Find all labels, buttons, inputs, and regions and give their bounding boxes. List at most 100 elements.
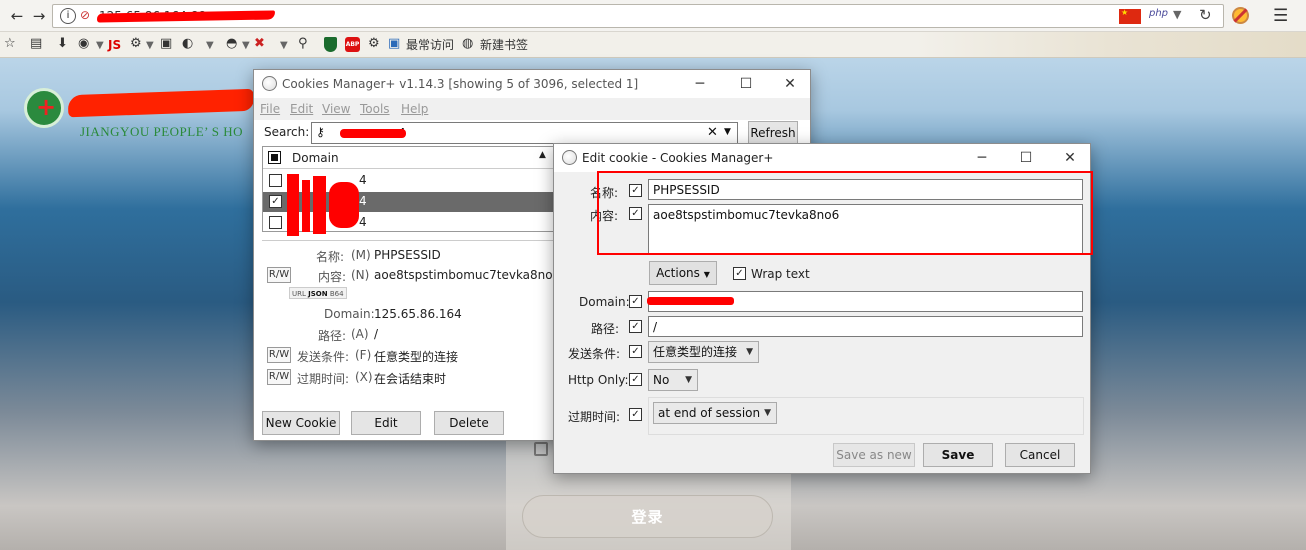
star-icon[interactable]: ☆ — [4, 36, 16, 52]
search-icon[interactable]: ⚲ — [298, 36, 308, 52]
expire-checkbox[interactable] — [629, 408, 642, 421]
actions-button[interactable]: Actions ▼ — [649, 261, 717, 285]
column-domain[interactable]: Domain — [292, 151, 339, 165]
domain-label: Domain: — [579, 295, 630, 309]
image-icon[interactable]: ▣ — [160, 36, 172, 52]
back-icon[interactable]: ← — [8, 7, 26, 25]
actions-label: Actions — [656, 266, 700, 280]
china-flag-icon — [1119, 8, 1141, 24]
filter-icon[interactable]: ⚷ — [316, 125, 325, 139]
menu-tools[interactable]: Tools — [360, 102, 390, 116]
list-header[interactable]: Domain ▲ — [263, 147, 555, 169]
image-blocked-icon[interactable]: ⊘ — [80, 8, 90, 22]
clear-icon[interactable]: ✕ — [707, 125, 718, 140]
save-as-new-button[interactable]: Save as new — [833, 443, 915, 467]
detail-path-key: (A) — [351, 327, 369, 341]
bookmark-new[interactable]: 新建书签 — [480, 37, 528, 53]
menu-help[interactable]: Help — [401, 102, 428, 116]
wrap-text-label[interactable]: Wrap text — [751, 267, 810, 281]
detail-content-label: 内容: — [318, 270, 347, 284]
detail-expire-value: 在会话结束时 — [374, 372, 447, 386]
chevron-down-icon[interactable]: ▼ — [280, 38, 288, 54]
bookmark-frequent[interactable]: 最常访问 — [406, 37, 454, 53]
domain-checkbox[interactable] — [629, 295, 642, 308]
hat-icon[interactable]: ◓ — [226, 36, 237, 52]
send-condition-checkbox[interactable] — [629, 345, 642, 358]
js-toggle[interactable]: JS — [108, 37, 121, 53]
sort-up-icon[interactable]: ▲ — [539, 150, 546, 160]
gear-icon[interactable]: ⚙ — [368, 36, 380, 52]
select-all-checkbox[interactable] — [268, 151, 281, 164]
info-icon[interactable]: i — [60, 8, 76, 24]
search-input[interactable]: ⚷ 4 ✕ ▼ — [311, 122, 738, 144]
menu-edit[interactable]: Edit — [290, 102, 313, 116]
url-redaction — [96, 10, 276, 23]
browser-navbar: ← → i ⊘ 125.65.86.164:88 php ▼ ↻ ☰ — [0, 0, 1306, 32]
bookmarks-toolbar: ☆ ▤ ⬇ ◉ ▼ JS ⚙ ▼ ▣ ◐ ▼ ◓ ▼ ✖ ▼ ⚲ ⚙ ▣ 最常访… — [0, 32, 1306, 58]
detail-send-value: 任意类型的连接 — [374, 350, 459, 364]
refresh-button[interactable]: Refresh — [748, 121, 798, 145]
url-bar[interactable]: i ⊘ 125.65.86.164:88 php ▼ ↻ — [52, 4, 1224, 28]
httponly-checkbox[interactable] — [629, 373, 642, 386]
chevron-down-icon[interactable]: ▼ — [242, 38, 250, 54]
blocker-icon[interactable] — [1232, 7, 1249, 24]
login-button[interactable]: 登录 — [522, 495, 773, 538]
library-icon[interactable]: ▤ — [30, 36, 42, 52]
format-toggle[interactable]: URL JSON B64 — [289, 287, 347, 299]
detail-path-label: 路径: — [318, 329, 347, 343]
addon-icon[interactable]: ◉ — [78, 36, 89, 52]
delete-button[interactable]: Delete — [434, 411, 504, 435]
cookie-icon — [562, 150, 577, 165]
path-label: 路径: — [591, 322, 620, 336]
wrap-text-checkbox[interactable] — [733, 267, 746, 280]
minimize-icon[interactable]: ─ — [972, 148, 992, 168]
list-redaction — [302, 180, 310, 232]
chevron-down-icon[interactable]: ▼ — [146, 38, 154, 54]
settings-icon[interactable]: ⚙ — [130, 36, 142, 52]
minimize-icon[interactable]: ─ — [690, 74, 710, 94]
cancel-button[interactable]: Cancel — [1005, 443, 1075, 467]
maximize-icon[interactable]: ☐ — [736, 74, 756, 94]
search-engine-label[interactable]: php — [1149, 8, 1168, 19]
list-redaction — [287, 174, 299, 236]
row-checkbox[interactable] — [269, 174, 282, 187]
chevron-down-icon[interactable]: ▼ — [206, 38, 214, 54]
menu-icon[interactable]: ☰ — [1273, 6, 1288, 26]
detail-content-value: aoe8tspstimbomuc7tevka8no6 — [374, 268, 561, 282]
detail-name-key: (M) — [351, 248, 371, 262]
httponly-select[interactable]: No ▼ — [648, 369, 698, 391]
save-button[interactable]: Save — [923, 443, 993, 467]
tools-icon[interactable]: ✖ — [254, 36, 265, 52]
forward-icon[interactable]: → — [30, 7, 48, 25]
new-cookie-button[interactable]: New Cookie — [262, 411, 340, 435]
menu-view[interactable]: View — [322, 102, 350, 116]
reload-icon[interactable]: ↻ — [1199, 6, 1212, 24]
chevron-down-icon[interactable]: ▼ — [1173, 8, 1181, 21]
maximize-icon[interactable]: ☐ — [1016, 148, 1036, 168]
close-icon[interactable]: ✕ — [780, 74, 800, 94]
shield-icon[interactable] — [324, 37, 337, 52]
adblock-icon[interactable]: ABP — [345, 37, 360, 52]
bookmark-page-icon: ▣ — [388, 36, 401, 51]
close-icon[interactable]: ✕ — [1060, 148, 1080, 168]
globe-icon: ◍ — [462, 36, 474, 51]
path-checkbox[interactable] — [629, 320, 642, 333]
send-condition-select[interactable]: 任意类型的连接 ▼ — [648, 341, 759, 363]
expire-select[interactable]: at end of session ▼ — [653, 402, 777, 424]
row-checkbox[interactable] — [269, 195, 282, 208]
chevron-down-icon[interactable]: ▼ — [96, 38, 104, 54]
format-b64[interactable]: B64 — [330, 290, 344, 298]
edit-button[interactable]: Edit — [351, 411, 421, 435]
send-condition-value: 任意类型的连接 — [653, 345, 738, 359]
path-field[interactable]: / — [648, 316, 1083, 337]
cookies-manager-titlebar: Cookies Manager+ v1.14.3 [showing 5 of 3… — [254, 70, 810, 98]
menu-file[interactable]: File — [260, 102, 280, 116]
chevron-down-icon[interactable]: ▼ — [724, 127, 731, 137]
format-url[interactable]: URL — [292, 290, 306, 298]
chevron-down-icon: ▼ — [764, 408, 771, 418]
httponly-label: Http Only: — [568, 373, 629, 387]
palette-icon[interactable]: ◐ — [182, 36, 193, 52]
row-checkbox[interactable] — [269, 216, 282, 229]
format-json[interactable]: JSON — [308, 290, 327, 298]
download-icon[interactable]: ⬇ — [57, 36, 68, 52]
